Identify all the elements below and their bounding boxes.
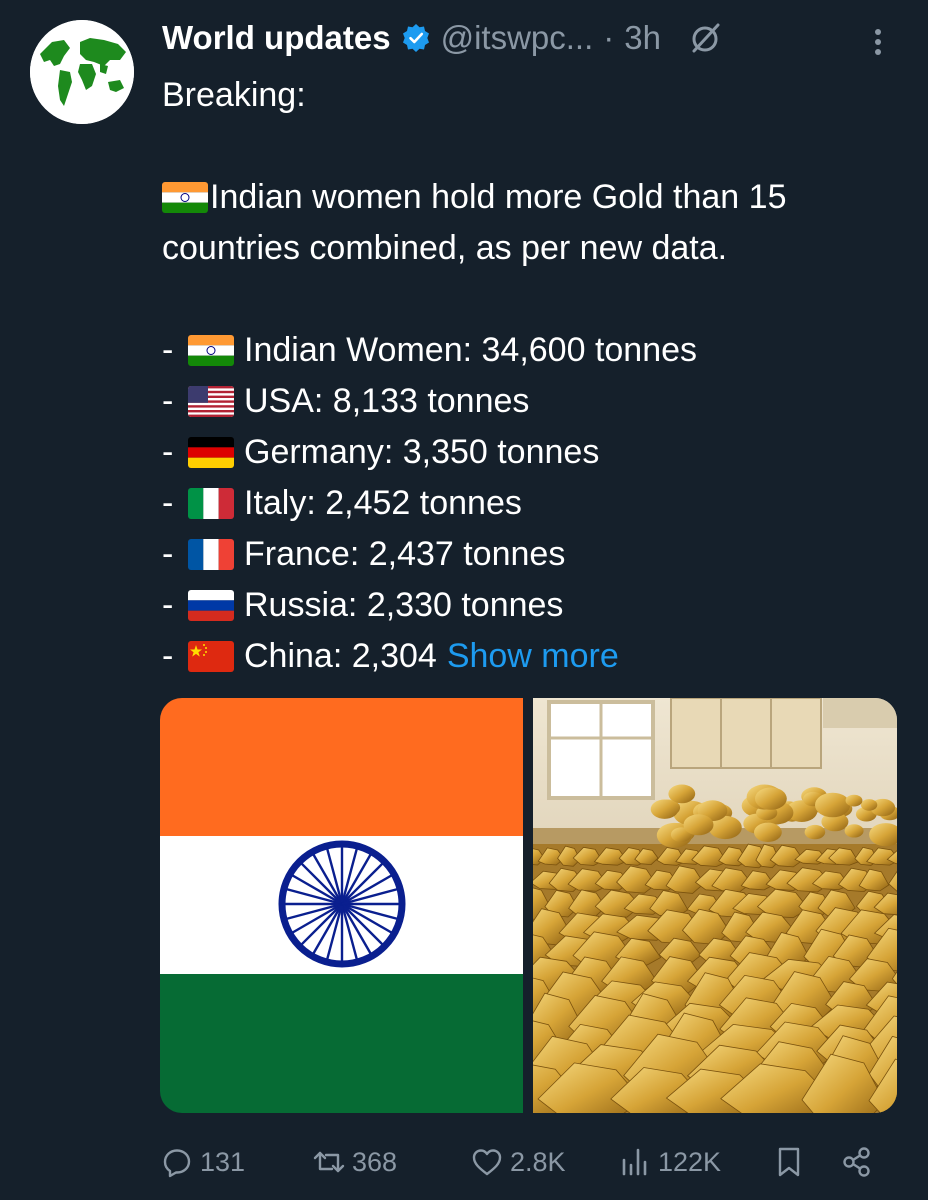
list-item-text: Germany: 3,350 tonnes [244, 433, 600, 471]
tweet-header: World updates @itswpc... · 3h [162, 14, 723, 62]
list-item: - Russia: 2,330 tonnes [162, 580, 902, 631]
tweet-intro-text-1: Indian women hold more Gold than 15 [210, 178, 787, 216]
france-flag-icon [188, 539, 234, 570]
author-name[interactable]: World updates [162, 19, 391, 57]
list-item-text: Italy: 2,452 tonnes [244, 484, 522, 522]
author-handle[interactable]: @itswpc... [441, 19, 594, 57]
list-item: - Indian Women: 34,600 tonnes [162, 325, 902, 376]
tweet-line-intro: Indian women hold more Gold than 15 [162, 172, 902, 223]
tweet-separator: · [603, 19, 615, 56]
list-item-text: France: 2,437 tonnes [244, 535, 566, 573]
list-item: - Italy: 2,452 tonnes [162, 478, 902, 529]
usa-flag-icon [188, 386, 234, 417]
reply-count: 131 [200, 1146, 246, 1177]
repost-count: 368 [352, 1146, 398, 1177]
list-item-text: China: 2,304 [244, 637, 437, 675]
list-item: - China: 2,304 Show more [162, 631, 902, 682]
reply-button[interactable]: 131 [160, 1140, 245, 1184]
list-dash: - [162, 484, 174, 522]
list-item-text: Russia: 2,330 tonnes [244, 586, 564, 624]
list-dash: - [162, 586, 174, 624]
reply-icon [163, 1149, 191, 1178]
list-item-text: USA: 8,133 tonnes [244, 382, 530, 420]
world-map-icon [30, 20, 134, 124]
tweet-actions: 131 368 2.8K 122K [160, 1140, 880, 1184]
views-button[interactable]: 122K [618, 1140, 721, 1184]
share-button[interactable] [840, 1140, 874, 1184]
list-item: - USA: 8,133 tonnes [162, 376, 902, 427]
share-icon [843, 1147, 870, 1177]
repost-icon [313, 1151, 345, 1173]
views-count: 122K [658, 1146, 722, 1177]
like-count: 2.8K [510, 1146, 566, 1177]
more-vertical-icon[interactable] [868, 24, 888, 60]
russia-flag-icon [188, 590, 234, 621]
views-icon [622, 1148, 647, 1176]
italy-flag-icon [188, 488, 234, 519]
list-dash: - [162, 637, 174, 675]
grok-icon[interactable] [687, 20, 723, 56]
tweet-line-breaking: Breaking: [162, 76, 306, 114]
list-dash: - [162, 433, 174, 471]
like-button[interactable]: 2.8K [470, 1140, 566, 1184]
list-item: - France: 2,437 tonnes [162, 529, 902, 580]
tweet-text: Breaking: Indian women hold more Gold th… [162, 70, 902, 682]
verified-badge-icon [401, 23, 431, 53]
list-dash: - [162, 535, 174, 573]
media-image-gold-kitchen[interactable] [533, 698, 897, 1113]
heart-icon [472, 1149, 502, 1176]
show-more-link[interactable]: Show more [447, 631, 619, 682]
list-dash: - [162, 382, 174, 420]
india-flag-icon [162, 182, 208, 213]
avatar[interactable] [30, 20, 134, 124]
list-dash: - [162, 331, 174, 369]
bookmark-button[interactable] [772, 1140, 806, 1184]
list-item: - Germany: 3,350 tonnes [162, 427, 902, 478]
china-flag-icon [188, 641, 234, 672]
tweet-intro-text-2: countries combined, as per new data. [162, 229, 728, 267]
repost-button[interactable]: 368 [312, 1140, 397, 1184]
tweet-media [160, 698, 897, 1113]
bookmark-icon [778, 1147, 800, 1177]
germany-flag-icon [188, 437, 234, 468]
india-flag-icon [188, 335, 234, 366]
list-item-text: Indian Women: 34,600 tonnes [244, 331, 698, 369]
media-image-india-flag[interactable] [160, 698, 523, 1113]
tweet-time[interactable]: 3h [624, 19, 661, 57]
